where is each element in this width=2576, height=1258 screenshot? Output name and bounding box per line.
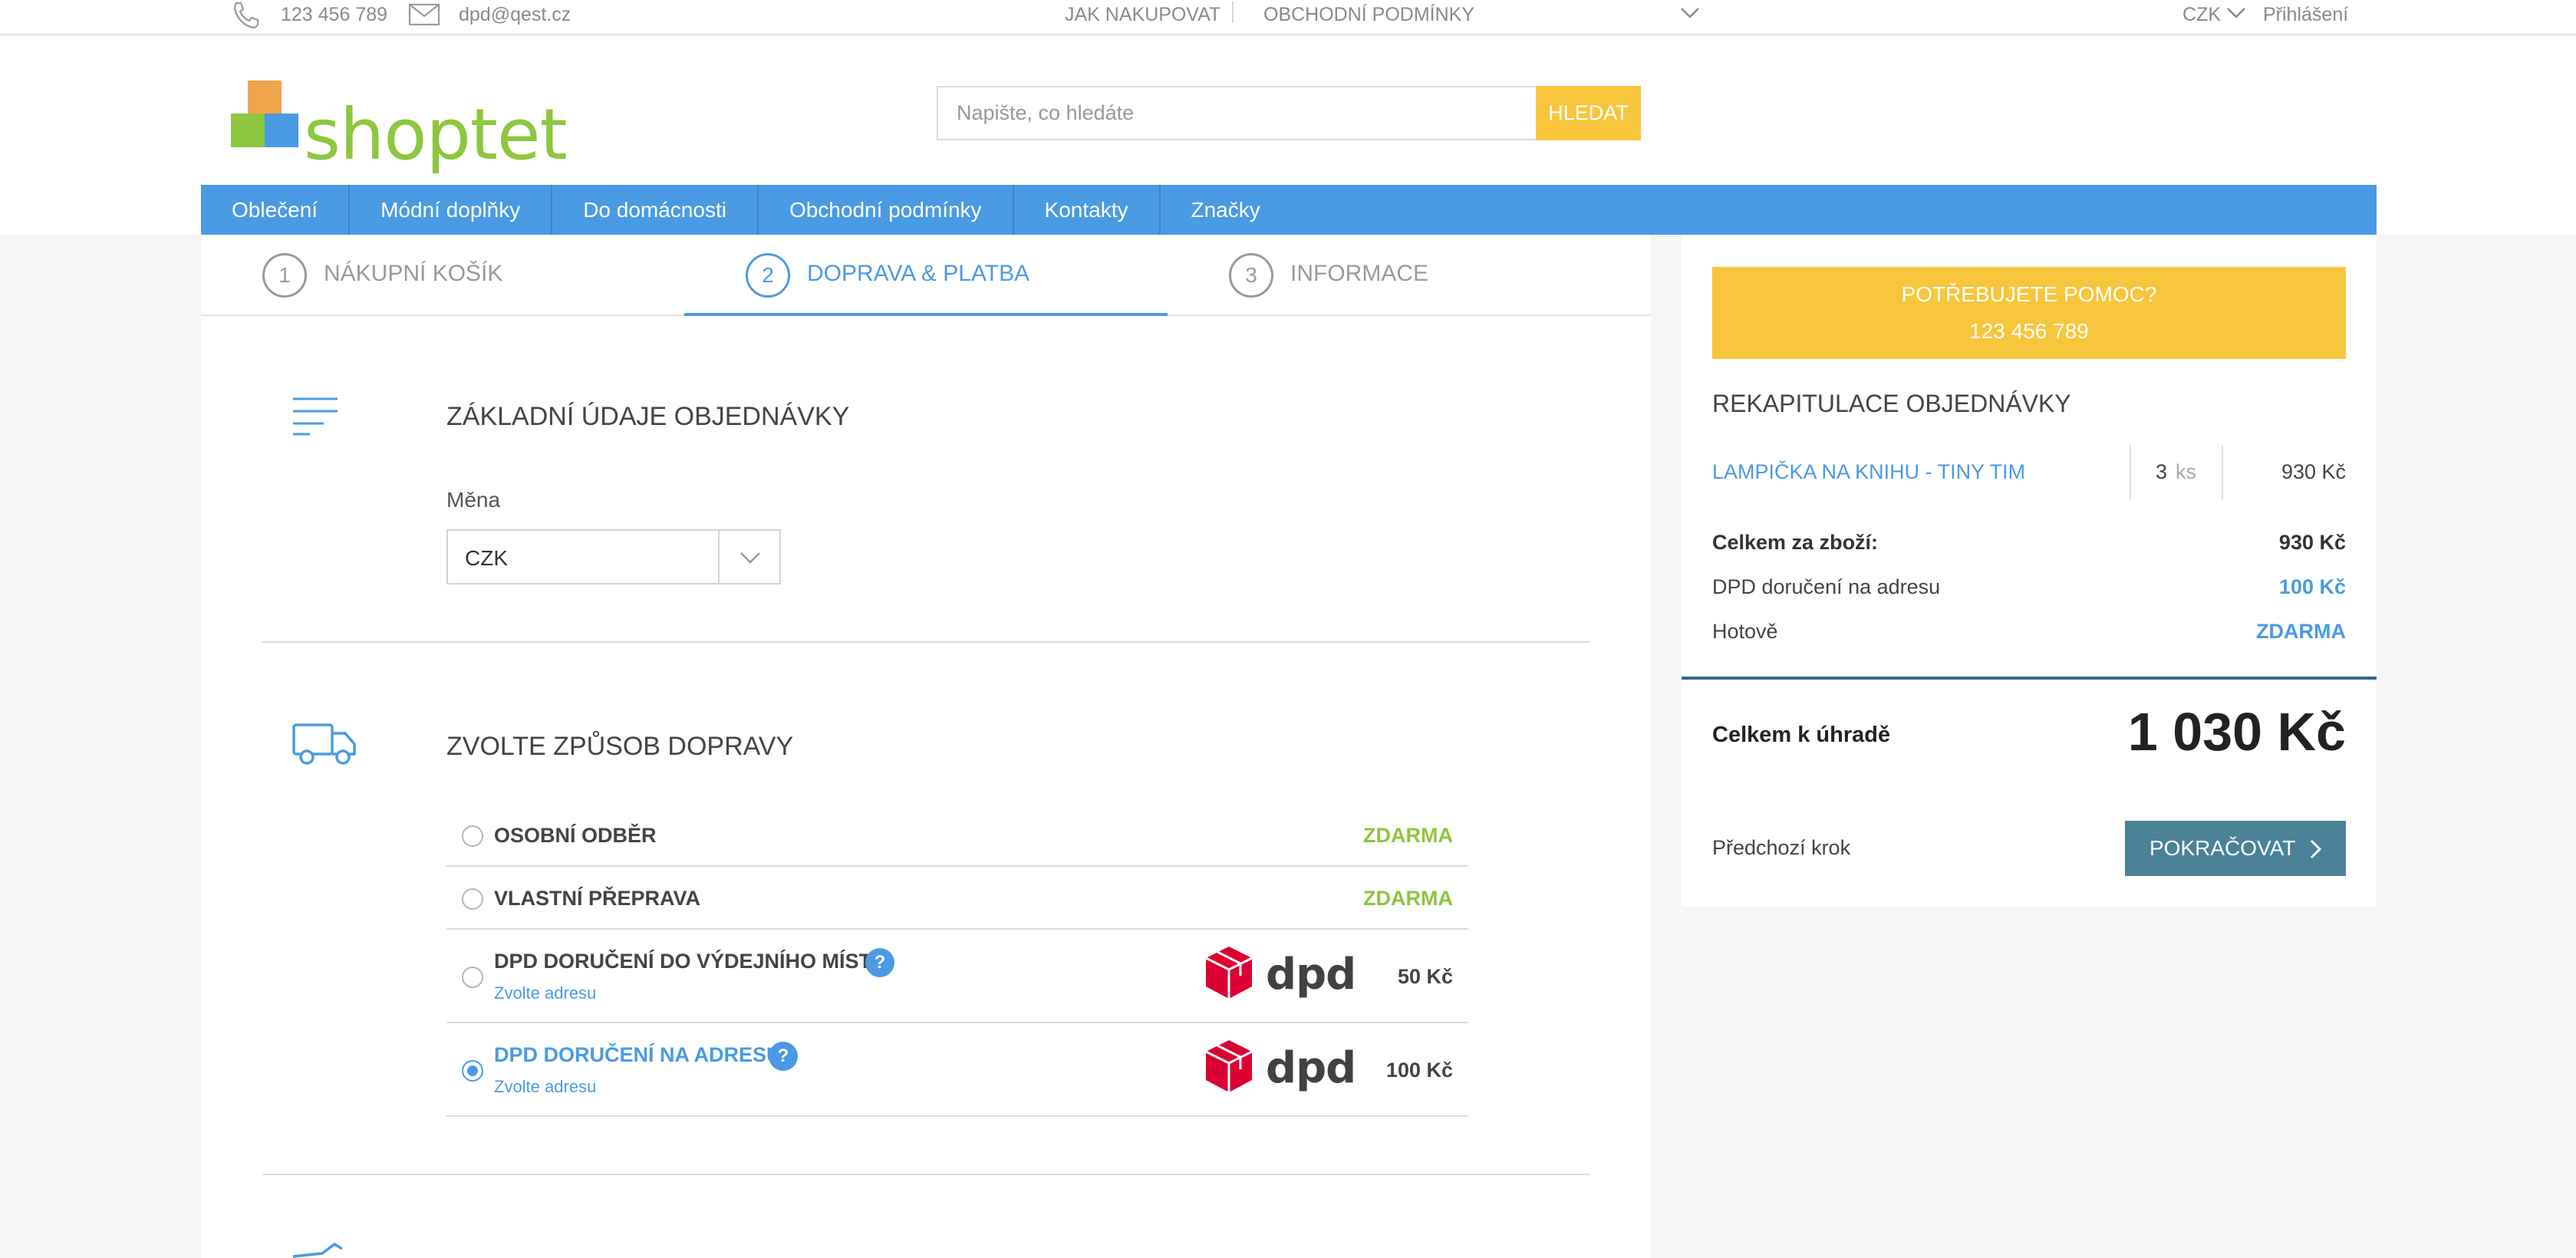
continue-label: POKRAČOVAT	[2149, 836, 2296, 860]
cart-item-unit: ks	[2176, 460, 2196, 483]
dpd-logo: dpd	[1204, 945, 1356, 1006]
help-box[interactable]: POTŘEBUJETE POMOC? 123 456 789	[1712, 267, 2346, 359]
grand-total-label: Celkem k úhradě	[1712, 723, 1891, 747]
logo-square-orange	[248, 81, 282, 114]
step-label: INFORMACE	[1290, 261, 1428, 286]
shipping-option-name: DPD DORUČENÍ NA ADRESU	[494, 1043, 782, 1066]
chevron-right-icon	[2310, 839, 2322, 859]
shipping-option-name: DPD DORUČENÍ DO VÝDEJNÍHO MÍSTA	[494, 950, 885, 973]
shipping-option-dpd-pickup[interactable]: DPD DORUČENÍ DO VÝDEJNÍHO MÍSTA ? Zvolte…	[446, 930, 1468, 1023]
continue-button[interactable]: POKRAČOVAT	[2125, 821, 2346, 876]
shipping-label: DPD doručení na adresu	[1712, 575, 1941, 598]
dpd-logo: dpd	[1204, 1039, 1356, 1100]
shipping-option-price: ZDARMA	[1363, 887, 1453, 910]
shipping-option-price: 100 Kč	[1385, 1059, 1453, 1082]
shipping-value: 100 Kč	[2278, 575, 2346, 598]
section-title-basic: ZÁKLADNÍ ÚDAJE OBJEDNÁVKY	[446, 402, 850, 431]
order-summary: POTŘEBUJETE POMOC? 123 456 789 REKAPITUL…	[1682, 235, 2377, 907]
nav-item-znacky[interactable]: Značky	[1161, 185, 1291, 235]
truck-icon	[292, 723, 356, 765]
goods-total-label: Celkem za zboží:	[1712, 531, 1879, 554]
logo-square-blue	[265, 114, 298, 147]
nav-item-modni-doplnky[interactable]: Módní doplňky	[350, 185, 553, 235]
help-icon[interactable]: ?	[865, 948, 894, 977]
step-number: 1	[262, 253, 307, 298]
top-bar: 123 456 789 dpd@qest.cz JAK NAKUPOVAT OB…	[0, 0, 2576, 35]
help-icon[interactable]: ?	[769, 1042, 798, 1071]
choose-address-link[interactable]: Zvolte adresu	[494, 983, 596, 1003]
phone-icon	[233, 2, 259, 29]
nav-item-obchodni-podminky[interactable]: Obchodní podmínky	[759, 185, 1014, 235]
currency-chevron-icon[interactable]	[2226, 6, 2246, 20]
logo-square-green	[231, 114, 265, 147]
search-button[interactable]: HLEDAT	[1536, 86, 1641, 140]
column-separator	[2130, 445, 2131, 500]
nav-item-do-domacnosti[interactable]: Do domácnosti	[552, 185, 759, 235]
column-separator	[2222, 445, 2223, 500]
main-nav: Oblečení Módní doplňky Do domácnosti Obc…	[201, 185, 2377, 235]
recap-title: REKAPITULACE OBJEDNÁVKY	[1712, 390, 2071, 417]
step-number: 2	[746, 253, 790, 298]
radio-dpd-pickup[interactable]	[462, 967, 483, 988]
currency-label: Měna	[446, 488, 501, 512]
checkout-panel: 1 NÁKUPNÍ KOŠÍK 2 DOPRAVA & PLATBA 3 INF…	[201, 235, 1651, 1258]
dpd-cube-icon	[1205, 947, 1253, 999]
help-phone: 123 456 789	[1969, 319, 2089, 343]
dpd-cube-icon	[1205, 1040, 1253, 1092]
cart-item-price: 930 Kč	[2281, 460, 2346, 483]
step-number: 3	[1229, 253, 1273, 298]
section-divider	[262, 1174, 1589, 1175]
step-shipping-payment[interactable]: 2 DOPRAVA & PLATBA	[684, 235, 1168, 316]
topbar-separator	[1232, 2, 1234, 23]
nav-item-obleceni[interactable]: Oblečení	[201, 185, 351, 235]
chevron-down-icon	[740, 552, 760, 564]
search-input[interactable]	[937, 86, 1536, 140]
link-jak-nakupovat[interactable]: JAK NAKUPOVAT	[1065, 2, 1220, 28]
step-label: DOPRAVA & PLATBA	[807, 261, 1030, 286]
login-link[interactable]: Přihlášení	[2263, 2, 2348, 28]
currency-select[interactable]: CZK	[446, 529, 781, 585]
mail-icon	[408, 3, 440, 26]
link-obchodni-podminky[interactable]: OBCHODNÍ PODMÍNKY	[1263, 2, 1474, 28]
currency-switch[interactable]: CZK	[2182, 2, 2221, 28]
previous-step-link[interactable]: Předchozí krok	[1712, 836, 1850, 860]
radio-dpd-address[interactable]	[462, 1060, 483, 1082]
payment-label: Hotově	[1712, 620, 1778, 643]
shipping-option-dpd-address[interactable]: DPD DORUČENÍ NA ADRESU ? Zvolte adresu d…	[446, 1023, 1468, 1117]
chevron-down-icon[interactable]	[1680, 6, 1700, 20]
cart-item-name[interactable]: LAMPIČKA NA KNIHU - TINY TIM	[1712, 460, 2025, 484]
step-information[interactable]: 3 INFORMACE	[1168, 235, 1651, 316]
step-cart[interactable]: 1 NÁKUPNÍ KOŠÍK	[201, 235, 684, 316]
section-divider	[262, 641, 1589, 643]
step-label: NÁKUPNÍ KOŠÍK	[324, 261, 503, 286]
shipping-option-name: OSOBNÍ ODBĚR	[494, 824, 657, 847]
currency-caret[interactable]	[718, 531, 779, 583]
phone-number: 123 456 789	[281, 4, 388, 25]
shipping-option-name: VLASTNÍ PŘEPRAVA	[494, 887, 701, 910]
choose-address-link[interactable]: Zvolte adresu	[494, 1077, 596, 1097]
payment-icon	[292, 1242, 343, 1258]
shipping-option-price: ZDARMA	[1363, 824, 1453, 847]
shipping-option-own-transport[interactable]: VLASTNÍ PŘEPRAVA ZDARMA	[446, 867, 1468, 930]
shipping-option-personal-pickup[interactable]: OSOBNÍ ODBĚR ZDARMA	[446, 804, 1468, 867]
currency-value: CZK	[465, 546, 508, 570]
checkout-steps: 1 NÁKUPNÍ KOŠÍK 2 DOPRAVA & PLATBA 3 INF…	[201, 235, 1651, 316]
radio-personal-pickup[interactable]	[462, 825, 483, 847]
logo-text: shoptet	[304, 94, 568, 176]
goods-total-value: 930 Kč	[2278, 531, 2346, 554]
section-title-shipping: ZVOLTE ZPŮSOB DOPRAVY	[446, 732, 794, 761]
email-link[interactable]: dpd@qest.cz	[459, 2, 571, 28]
grand-total-value: 1 030 Kč	[2127, 702, 2346, 762]
cart-item-qty: 3	[2156, 460, 2168, 483]
summary-separator	[1682, 677, 2377, 680]
radio-own-transport[interactable]	[462, 888, 483, 910]
nav-item-kontakty[interactable]: Kontakty	[1014, 185, 1161, 235]
dpd-logo-text: dpd	[1266, 950, 1356, 999]
help-title: POTŘEBUJETE POMOC?	[1901, 282, 2157, 306]
shipping-option-price: 50 Kč	[1397, 965, 1453, 988]
payment-value: ZDARMA	[2256, 620, 2346, 643]
dpd-logo-text: dpd	[1266, 1043, 1356, 1093]
list-lines-icon	[293, 397, 338, 436]
